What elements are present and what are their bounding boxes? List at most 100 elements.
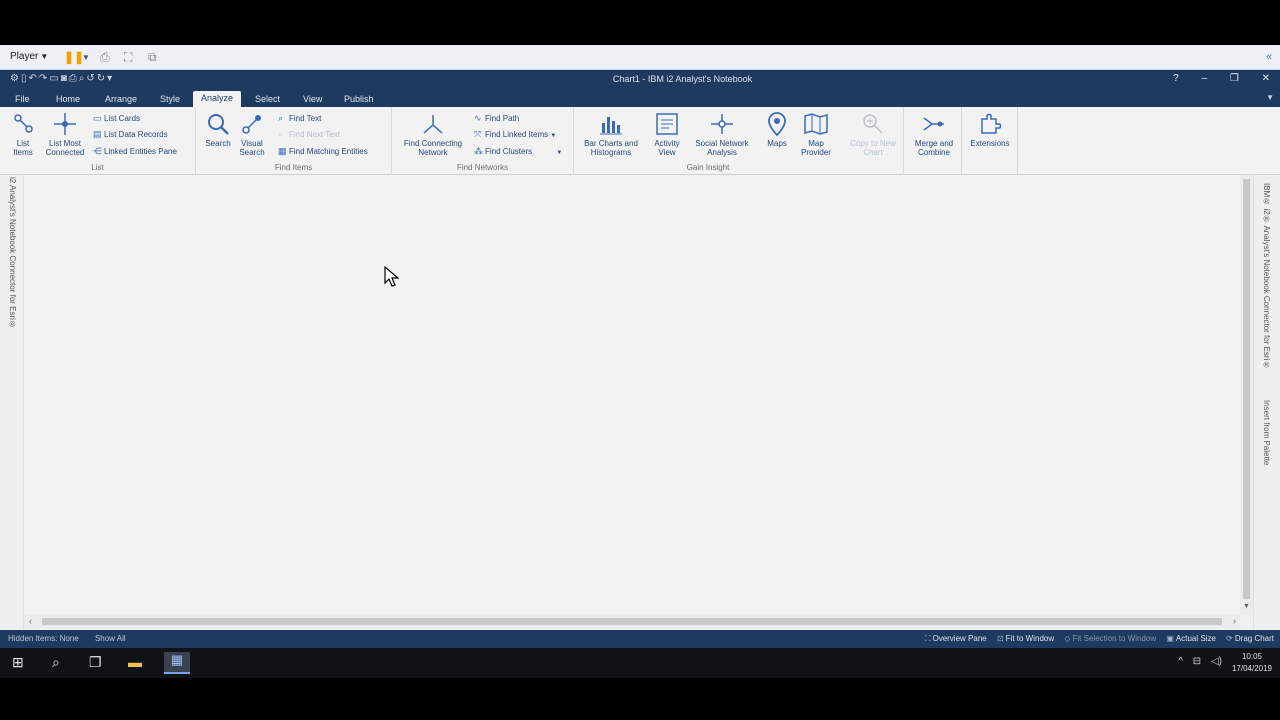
search-icon[interactable]: ⌕	[52, 654, 60, 671]
find-path-label: Find Path	[485, 114, 520, 123]
fit-selection-icon: ◇	[1064, 634, 1071, 643]
minimize-icon[interactable]: –	[1202, 73, 1208, 84]
find-path-button[interactable]: ∿ Find Path	[474, 113, 519, 124]
overview-icon: ⛶	[924, 634, 931, 643]
tab-view[interactable]: View	[295, 92, 330, 106]
vertical-scroll-thumb[interactable]	[1243, 179, 1250, 599]
tab-style[interactable]: Style	[152, 92, 188, 106]
maps-button[interactable]: Maps	[762, 111, 792, 148]
magnifier-icon	[208, 114, 229, 135]
left-side-panel[interactable]: i2 Analyst's Notebook Connector for Esri…	[0, 175, 24, 630]
scroll-down-icon[interactable]: ▼	[1243, 603, 1250, 610]
list-most-connected-button[interactable]: List Most Connected	[40, 111, 90, 157]
visual-search-label: Visual Search	[239, 139, 265, 157]
vertical-scrollbar[interactable]: ▼	[1240, 175, 1253, 615]
merge-and-combine-button[interactable]: Merge and Combine	[908, 111, 960, 157]
visual-search-button[interactable]: Visual Search	[236, 111, 268, 157]
group-label-gain-insight: Gain Insight	[686, 163, 730, 172]
records-icon: ▤	[93, 129, 102, 139]
list-cards-button[interactable]: ▭ List Cards	[93, 113, 140, 124]
group-extensions: Extensions	[962, 107, 1018, 175]
find-connecting-network-button[interactable]: Find Connecting Network	[397, 111, 469, 157]
map-provider-button[interactable]: Map Provider	[794, 111, 838, 157]
activity-view-icon	[656, 113, 678, 135]
group-label-find-items: Find Items	[274, 163, 313, 172]
social-network-analysis-label: Social Network Analysis	[695, 139, 749, 157]
group-gain-insight: Bar Charts and Histograms Activity View …	[574, 107, 842, 175]
player-menu[interactable]: Player ▼	[10, 51, 48, 62]
task-view-icon[interactable]: ❐	[89, 654, 102, 671]
show-all-link[interactable]: Show All	[95, 634, 126, 643]
find-clusters-button[interactable]: ⁂ Find Clusters ▼	[474, 146, 562, 157]
scroll-left-icon[interactable]: ‹	[29, 616, 32, 626]
linked-items-icon: ⤧	[474, 129, 482, 139]
system-tray: ^ ⊟ ◁)	[1171, 656, 1222, 667]
bar-charts-button[interactable]: Bar Charts and Histograms	[578, 111, 644, 157]
tab-select[interactable]: Select	[247, 92, 288, 106]
linked-entities-pane-button[interactable]: ⋲ Linked Entities Pane	[93, 146, 177, 157]
connecting-network-icon	[423, 115, 443, 134]
list-data-records-button[interactable]: ▤ List Data Records	[93, 129, 168, 140]
close-icon[interactable]: ✕	[1262, 73, 1270, 84]
overview-pane-button[interactable]: ⛶ Overview Pane	[925, 634, 987, 643]
restore-icon[interactable]: ❐	[1230, 73, 1239, 84]
chevron-up-icon[interactable]: ^	[1178, 656, 1183, 667]
windows-start-icon[interactable]: ⊞	[12, 654, 24, 671]
search-button[interactable]: Search	[202, 111, 234, 148]
actual-size-button[interactable]: ▣ Actual Size	[1166, 634, 1216, 643]
activity-view-button[interactable]: Activity View	[648, 111, 686, 157]
find-next-text-button[interactable]: ⌕ Find Next Text	[278, 129, 340, 140]
social-network-icon	[711, 114, 733, 134]
send-keys-icon[interactable]: ⎙	[100, 50, 110, 65]
chevron-down-icon: ▼	[556, 150, 563, 156]
right-side-panel[interactable]: IBM® i2® Analyst's Notebook Connector fo…	[1253, 175, 1280, 630]
analysts-notebook-taskbar-icon[interactable]: ▦	[164, 652, 190, 674]
list-items-label: List Items	[13, 139, 33, 157]
most-connected-icon	[54, 113, 76, 135]
tab-home[interactable]: Home	[48, 92, 88, 106]
cards-icon: ▭	[93, 113, 102, 123]
fit-selection-label: Fit Selection to Window	[1072, 634, 1157, 643]
drag-chart-button[interactable]: ⟳ Drag Chart	[1226, 634, 1274, 643]
scroll-right-icon[interactable]: ›	[1233, 616, 1236, 626]
social-network-analysis-button[interactable]: Social Network Analysis	[688, 111, 756, 157]
chart-canvas[interactable]	[24, 175, 1240, 615]
help-icon[interactable]: ?	[1173, 73, 1179, 84]
horizontal-scrollbar[interactable]: ‹ ›	[24, 615, 1240, 628]
fullscreen-icon[interactable]: ⛶	[124, 50, 132, 65]
find-text-icon: ⌕	[278, 113, 284, 123]
group-find-networks: Find Connecting Network ∿ Find Path ⤧ Find…	[392, 107, 574, 175]
window-controls: ? – ❐ ✕	[1153, 73, 1270, 84]
find-linked-items-button[interactable]: ⤧ Find Linked Items ▼	[474, 129, 556, 140]
collapse-icon[interactable]: «	[1266, 51, 1272, 63]
extensions-button[interactable]: Extensions	[966, 111, 1014, 148]
copy-to-new-chart-label: Copy to New Chart	[850, 139, 896, 157]
horizontal-scroll-thumb[interactable]	[42, 618, 1222, 625]
find-text-label: Find Text	[289, 114, 322, 123]
clock[interactable]: 10:05 17/04/2019	[1232, 651, 1272, 675]
ribbon-collapse-icon[interactable]: ▼	[1266, 93, 1274, 102]
fit-to-window-button[interactable]: ⊡ Fit to Window	[997, 634, 1054, 643]
path-icon: ∿	[474, 113, 482, 123]
mouse-cursor-icon	[384, 266, 400, 287]
unity-icon[interactable]: ⧉	[148, 50, 157, 65]
tab-arrange[interactable]: Arrange	[97, 92, 145, 106]
connector-panel-tab[interactable]: IBM® i2® Analyst's Notebook Connector fo…	[1262, 183, 1271, 369]
group-find-items: Search Visual Search ⌕ Find Text ⌕ Find Ne…	[196, 107, 392, 175]
chevron-down-icon[interactable]: ▼	[82, 53, 90, 62]
find-text-button[interactable]: ⌕ Find Text	[278, 113, 321, 124]
list-items-button[interactable]: List Items	[8, 111, 38, 157]
file-explorer-icon[interactable]: ▬	[128, 654, 142, 670]
copy-to-new-chart-button[interactable]: Copy to New Chart	[846, 111, 900, 157]
find-linked-items-label: Find Linked Items	[485, 130, 549, 139]
find-matching-entities-button[interactable]: ▦ Find Matching Entities	[278, 146, 368, 157]
list-data-records-label: List Data Records	[104, 130, 168, 139]
tab-analyze[interactable]: Analyze	[193, 91, 242, 107]
fit-selection-button[interactable]: ◇ Fit Selection to Window	[1064, 634, 1156, 643]
insert-from-palette-tab[interactable]: Insert from Palette	[1262, 400, 1271, 465]
map-icon	[804, 113, 828, 135]
network-icon[interactable]: ⊟	[1193, 656, 1201, 667]
volume-icon[interactable]: ◁)	[1211, 656, 1222, 667]
tab-file[interactable]: File	[7, 92, 38, 106]
tab-publish[interactable]: Publish	[336, 92, 382, 106]
